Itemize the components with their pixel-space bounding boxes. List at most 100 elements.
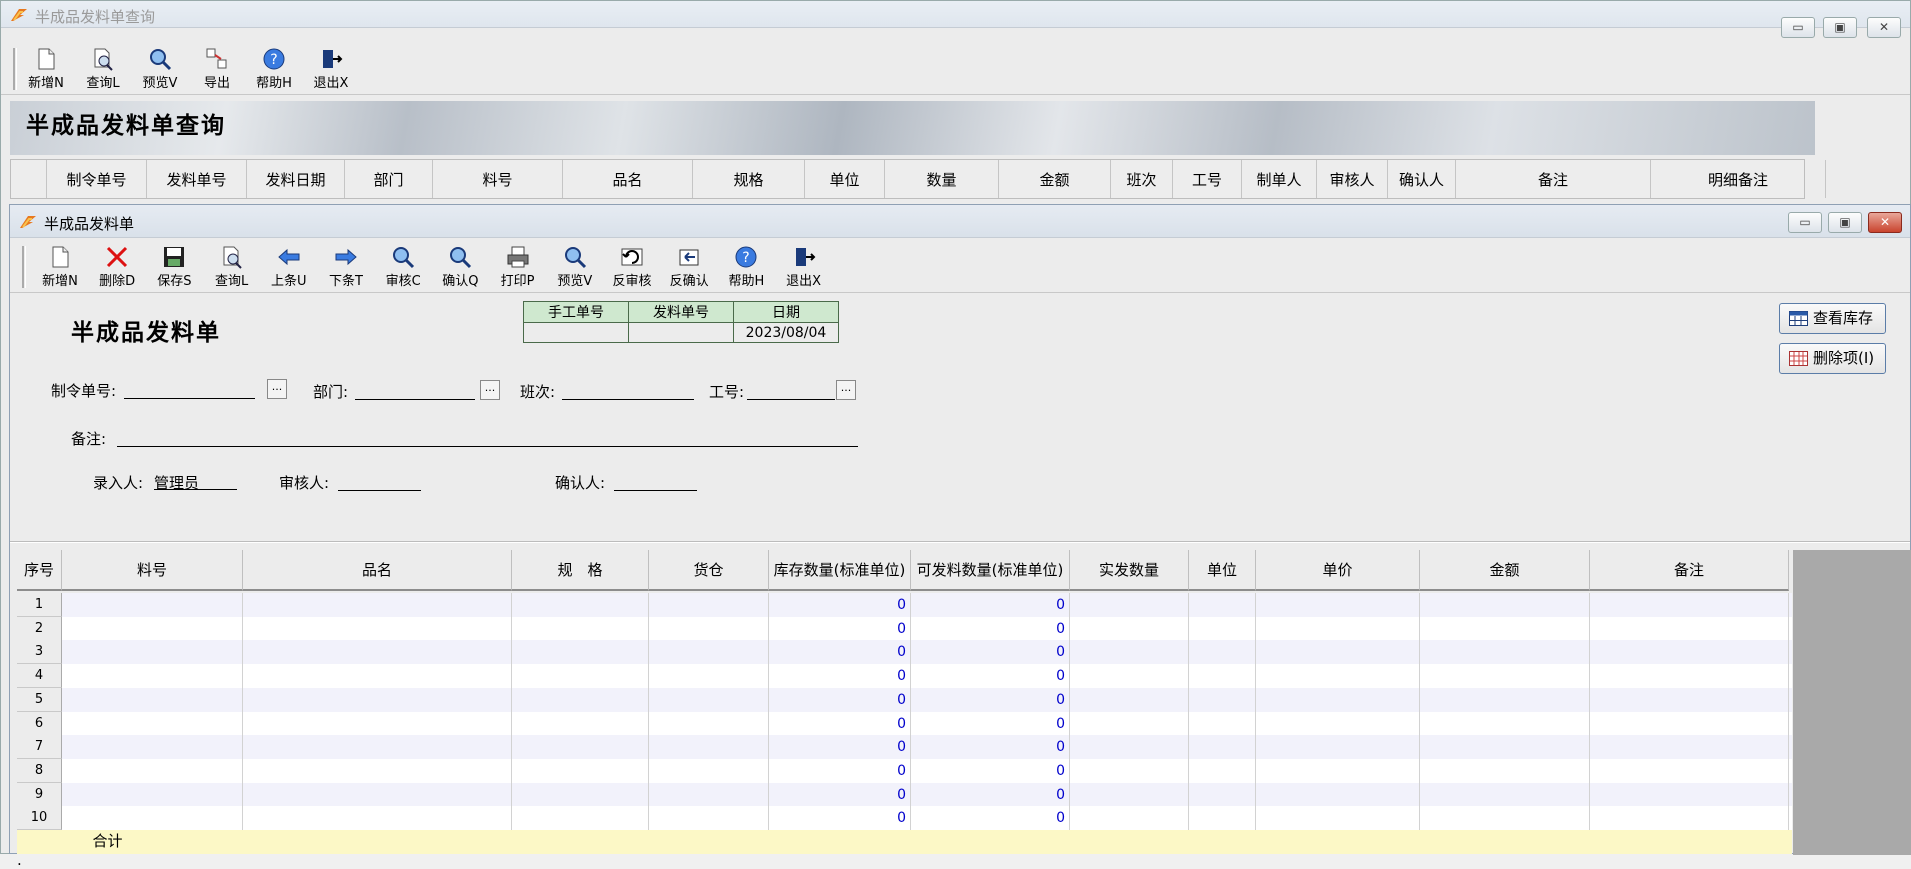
grid-cell[interactable] bbox=[1070, 664, 1189, 689]
grid-cell[interactable] bbox=[512, 806, 649, 831]
stock-qty-cell[interactable]: 0 bbox=[769, 782, 911, 807]
table-row[interactable]: 4 00 bbox=[17, 664, 1792, 689]
row-number[interactable]: 8 bbox=[17, 758, 62, 783]
delete-item-button[interactable]: 删除项(I) bbox=[1779, 343, 1886, 374]
available-qty-cell[interactable]: 0 bbox=[911, 782, 1070, 807]
grid-cell[interactable] bbox=[1189, 735, 1256, 760]
query-column-header[interactable]: 备注 bbox=[1456, 160, 1651, 198]
grid-cell[interactable] bbox=[1189, 616, 1256, 641]
query-column-header[interactable]: 发料日期 bbox=[247, 160, 345, 198]
grid-cell[interactable] bbox=[1590, 664, 1789, 689]
table-row[interactable]: 8 00 bbox=[17, 758, 1792, 783]
grid-cell[interactable] bbox=[243, 616, 512, 641]
stock-qty-cell[interactable]: 0 bbox=[769, 640, 911, 665]
grid-cell[interactable] bbox=[62, 711, 243, 736]
query-column-header[interactable]: 品名 bbox=[563, 160, 693, 198]
grid-column-header[interactable]: 料号 bbox=[62, 550, 243, 591]
grid-column-header[interactable]: 品名 bbox=[243, 550, 512, 591]
query-column-header[interactable]: 金额 bbox=[999, 160, 1111, 198]
grid-cell[interactable] bbox=[1070, 782, 1189, 807]
grid-cell[interactable] bbox=[62, 806, 243, 831]
table-row[interactable]: 9 00 bbox=[17, 782, 1792, 807]
table-row[interactable]: 5 00 bbox=[17, 687, 1792, 712]
date-field[interactable]: 2023/08/04 bbox=[733, 322, 839, 343]
query-column-header[interactable]: 审核人 bbox=[1317, 160, 1388, 198]
issue-no-field[interactable] bbox=[628, 322, 734, 343]
available-qty-cell[interactable]: 0 bbox=[911, 758, 1070, 783]
query-column-header[interactable]: 数量 bbox=[885, 160, 999, 198]
grid-cell[interactable] bbox=[62, 687, 243, 712]
grid-cell[interactable] bbox=[1189, 782, 1256, 807]
query-column-header[interactable]: 明细备注 bbox=[1651, 160, 1826, 198]
order-no-lookup-button[interactable]: ... bbox=[267, 379, 287, 399]
grid-cell[interactable] bbox=[512, 735, 649, 760]
grid-cell[interactable] bbox=[1070, 711, 1189, 736]
grid-cell[interactable] bbox=[1256, 593, 1420, 617]
grid-cell[interactable] bbox=[243, 806, 512, 831]
stock-qty-cell[interactable]: 0 bbox=[769, 687, 911, 712]
grid-cell[interactable] bbox=[649, 711, 769, 736]
grid-cell[interactable] bbox=[649, 664, 769, 689]
order-no-input[interactable] bbox=[124, 381, 255, 399]
query-column-header[interactable]: 单位 bbox=[805, 160, 885, 198]
grid-cell[interactable] bbox=[649, 735, 769, 760]
grid-cell[interactable] bbox=[1420, 806, 1590, 831]
grid-cell[interactable] bbox=[1070, 735, 1189, 760]
worker-input[interactable] bbox=[747, 382, 835, 400]
grid-cell[interactable] bbox=[243, 758, 512, 783]
row-number[interactable]: 4 bbox=[17, 664, 62, 689]
toolbar-button-exit[interactable]: 退出X bbox=[303, 47, 359, 93]
grid-cell[interactable] bbox=[1590, 687, 1789, 712]
query-column-header[interactable]: 班次 bbox=[1111, 160, 1173, 198]
table-row[interactable]: 3 00 bbox=[17, 640, 1792, 665]
toolbar-button-new-doc[interactable]: 新增N bbox=[18, 47, 74, 93]
grid-cell[interactable] bbox=[1420, 735, 1590, 760]
grid-cell[interactable] bbox=[649, 640, 769, 665]
grid-cell[interactable] bbox=[1590, 593, 1789, 617]
stock-qty-cell[interactable]: 0 bbox=[769, 593, 911, 617]
grid-cell[interactable] bbox=[1256, 711, 1420, 736]
grid-cell[interactable] bbox=[1420, 664, 1590, 689]
dept-lookup-button[interactable]: ... bbox=[480, 380, 500, 400]
grid-column-header[interactable]: 单价 bbox=[1256, 550, 1420, 591]
row-number[interactable]: 6 bbox=[17, 711, 62, 736]
row-number[interactable]: 7 bbox=[17, 735, 62, 760]
grid-cell[interactable] bbox=[1189, 711, 1256, 736]
grid-cell[interactable] bbox=[1420, 616, 1590, 641]
grid-cell[interactable] bbox=[1070, 616, 1189, 641]
grid-cell[interactable] bbox=[1420, 640, 1590, 665]
grid-cell[interactable] bbox=[1070, 758, 1189, 783]
toolbar-grip[interactable] bbox=[13, 48, 17, 90]
grid-cell[interactable] bbox=[1189, 593, 1256, 617]
available-qty-cell[interactable]: 0 bbox=[911, 687, 1070, 712]
grid-cell[interactable] bbox=[649, 687, 769, 712]
grid-cell[interactable] bbox=[512, 616, 649, 641]
grid-cell[interactable] bbox=[1420, 758, 1590, 783]
grid-cell[interactable] bbox=[1256, 782, 1420, 807]
grid-cell[interactable] bbox=[1420, 593, 1590, 617]
stock-qty-cell[interactable]: 0 bbox=[769, 664, 911, 689]
query-column-header[interactable]: 发料单号 bbox=[147, 160, 247, 198]
worker-lookup-button[interactable]: ... bbox=[836, 380, 856, 400]
grid-cell[interactable] bbox=[1590, 806, 1789, 831]
grid-cell[interactable] bbox=[62, 640, 243, 665]
grid-cell[interactable] bbox=[1590, 782, 1789, 807]
grid-cell[interactable] bbox=[1256, 664, 1420, 689]
toolbar-button-help[interactable]: ? 帮助H bbox=[246, 47, 302, 93]
grid-cell[interactable] bbox=[1256, 735, 1420, 760]
grid-cell[interactable] bbox=[243, 640, 512, 665]
grid-cell[interactable] bbox=[243, 782, 512, 807]
grid-cell[interactable] bbox=[512, 593, 649, 617]
grid-cell[interactable] bbox=[649, 758, 769, 783]
table-row[interactable]: 2 00 bbox=[17, 616, 1792, 641]
grid-cell[interactable] bbox=[1189, 758, 1256, 783]
grid-column-header[interactable]: 货仓 bbox=[649, 550, 769, 591]
grid-cell[interactable] bbox=[243, 711, 512, 736]
grid-cell[interactable] bbox=[1070, 687, 1189, 712]
available-qty-cell[interactable]: 0 bbox=[911, 593, 1070, 617]
available-qty-cell[interactable]: 0 bbox=[911, 640, 1070, 665]
stock-qty-cell[interactable]: 0 bbox=[769, 806, 911, 831]
available-qty-cell[interactable]: 0 bbox=[911, 735, 1070, 760]
grid-cell[interactable] bbox=[62, 782, 243, 807]
stock-qty-cell[interactable]: 0 bbox=[769, 735, 911, 760]
